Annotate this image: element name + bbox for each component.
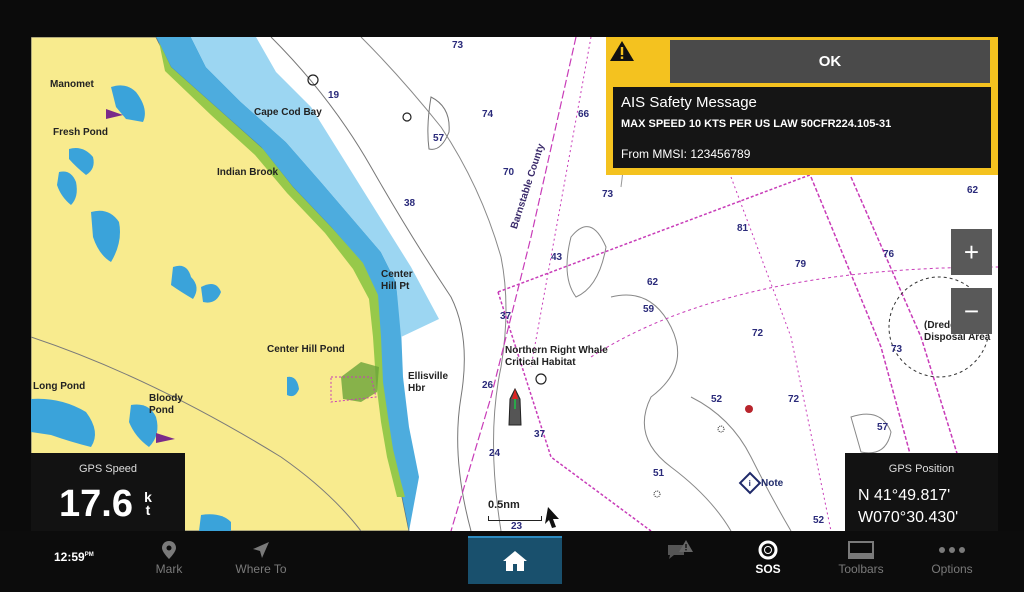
place-label: Bloody	[149, 393, 183, 404]
place-label: Center Hill Pond	[267, 344, 345, 355]
pin-icon	[162, 538, 176, 562]
place-label: Hill Pt	[381, 281, 410, 292]
ais-safety-dialog: OK AIS Safety Message MAX SPEED 10 KTS P…	[606, 37, 998, 175]
where-to-button[interactable]: Where To	[228, 538, 294, 584]
clock: 12:59PM	[54, 550, 94, 564]
info-icon: i	[738, 471, 762, 495]
depth-sounding: 79	[795, 259, 807, 270]
more-dots-icon	[938, 538, 966, 562]
gps-longitude: W070°30.430'	[858, 509, 959, 526]
messages-button[interactable]	[662, 538, 698, 584]
options-label: Options	[931, 562, 973, 576]
place-label: Northern Right Whale	[505, 345, 608, 356]
gps-latitude: N 41°49.817'	[858, 487, 951, 504]
scale-bar-line	[488, 516, 542, 521]
place-label: Ellisville	[408, 371, 449, 382]
gps-position-title: GPS Position	[888, 463, 955, 475]
depth-sounding: 26	[482, 380, 494, 391]
place-label: Critical Habitat	[505, 357, 576, 368]
message-alert-icon	[666, 538, 694, 562]
clock-suffix: PM	[84, 552, 94, 558]
place-label: Pond	[149, 405, 174, 416]
ais-message-body: AIS Safety Message MAX SPEED 10 KTS PER …	[613, 87, 991, 168]
where-to-label: Where To	[235, 562, 287, 576]
depth-sounding: 19	[328, 90, 340, 101]
ais-message-text: MAX SPEED 10 KTS PER US LAW 50CFR224.105…	[621, 118, 892, 130]
depth-sounding: 73	[891, 344, 903, 355]
options-button[interactable]: Options	[926, 538, 978, 584]
depth-sounding: 52	[813, 515, 825, 526]
gps-speed-title: GPS Speed	[78, 463, 138, 475]
depth-sounding: 62	[647, 277, 659, 288]
place-label: Long Pond	[33, 381, 86, 392]
toolbar-icon	[848, 538, 874, 562]
zoom-out-button[interactable]: −	[951, 288, 992, 334]
depth-sounding: 72	[788, 394, 800, 405]
place-label: Cape Cod Bay	[254, 107, 322, 118]
depth-sounding: 73	[602, 189, 614, 200]
scale-label: 0.5nm	[488, 499, 520, 511]
depth-sounding: 76	[883, 249, 895, 260]
depth-sounding: 57	[877, 422, 889, 433]
home-icon	[503, 551, 527, 571]
depth-sounding: 38	[404, 198, 416, 209]
depth-sounding: 81	[737, 223, 749, 234]
place-label: Center	[381, 269, 413, 280]
depth-sounding: 70	[503, 167, 515, 178]
depth-sounding: 37	[534, 429, 546, 440]
depth-sounding: 23	[511, 521, 523, 531]
scale-bar: 0.5nm	[488, 499, 542, 521]
depth-sounding: 51	[653, 468, 665, 479]
toolbars-label: Toolbars	[838, 562, 884, 576]
place-label: Manomet	[50, 79, 94, 90]
gps-speed-value: 17.6	[59, 483, 133, 525]
ok-button[interactable]: OK	[670, 40, 990, 83]
place-label: Hbr	[408, 383, 426, 394]
unit-bottom: t	[145, 502, 151, 518]
depth-sounding: 59	[643, 304, 655, 315]
ais-mmsi: From MMSI: 123456789	[621, 147, 751, 161]
depth-sounding: 74	[482, 109, 494, 120]
note-label: Note	[761, 477, 784, 489]
depth-sounding: 37	[500, 311, 512, 322]
gps-speed-panel: GPS Speed 17.6 k t	[31, 453, 185, 531]
depth-sounding: 62	[967, 185, 979, 196]
place-label: Indian Brook	[217, 167, 279, 178]
warning-icon	[609, 40, 667, 83]
sos-button[interactable]: SOS	[748, 538, 788, 584]
depth-sounding: 52	[711, 394, 723, 405]
sos-label: SOS	[755, 562, 781, 576]
gps-position-panel: GPS Position N 41°49.817' W070°30.430'	[845, 453, 998, 531]
depth-sounding: 72	[752, 328, 764, 339]
clock-time: 12:59	[54, 550, 85, 564]
depth-sounding: 43	[551, 252, 563, 263]
mark-label: Mark	[155, 562, 183, 576]
depth-sounding: 24	[489, 448, 501, 459]
navigation-arrow-icon	[252, 538, 270, 562]
lifebuoy-icon	[758, 538, 778, 562]
ais-title: AIS Safety Message	[621, 94, 757, 111]
depth-sounding: 66	[578, 109, 590, 120]
depth-sounding: 73	[452, 40, 464, 51]
gps-speed-unit: k t	[143, 490, 153, 518]
depth-sounding: 57	[433, 133, 445, 144]
toolbars-button[interactable]: Toolbars	[832, 538, 890, 584]
home-button[interactable]	[468, 536, 562, 584]
place-label: Fresh Pond	[53, 127, 109, 138]
note-marker[interactable]: i Note	[738, 471, 784, 495]
zoom-in-button[interactable]: +	[951, 229, 992, 275]
mark-button[interactable]: Mark	[148, 538, 190, 584]
